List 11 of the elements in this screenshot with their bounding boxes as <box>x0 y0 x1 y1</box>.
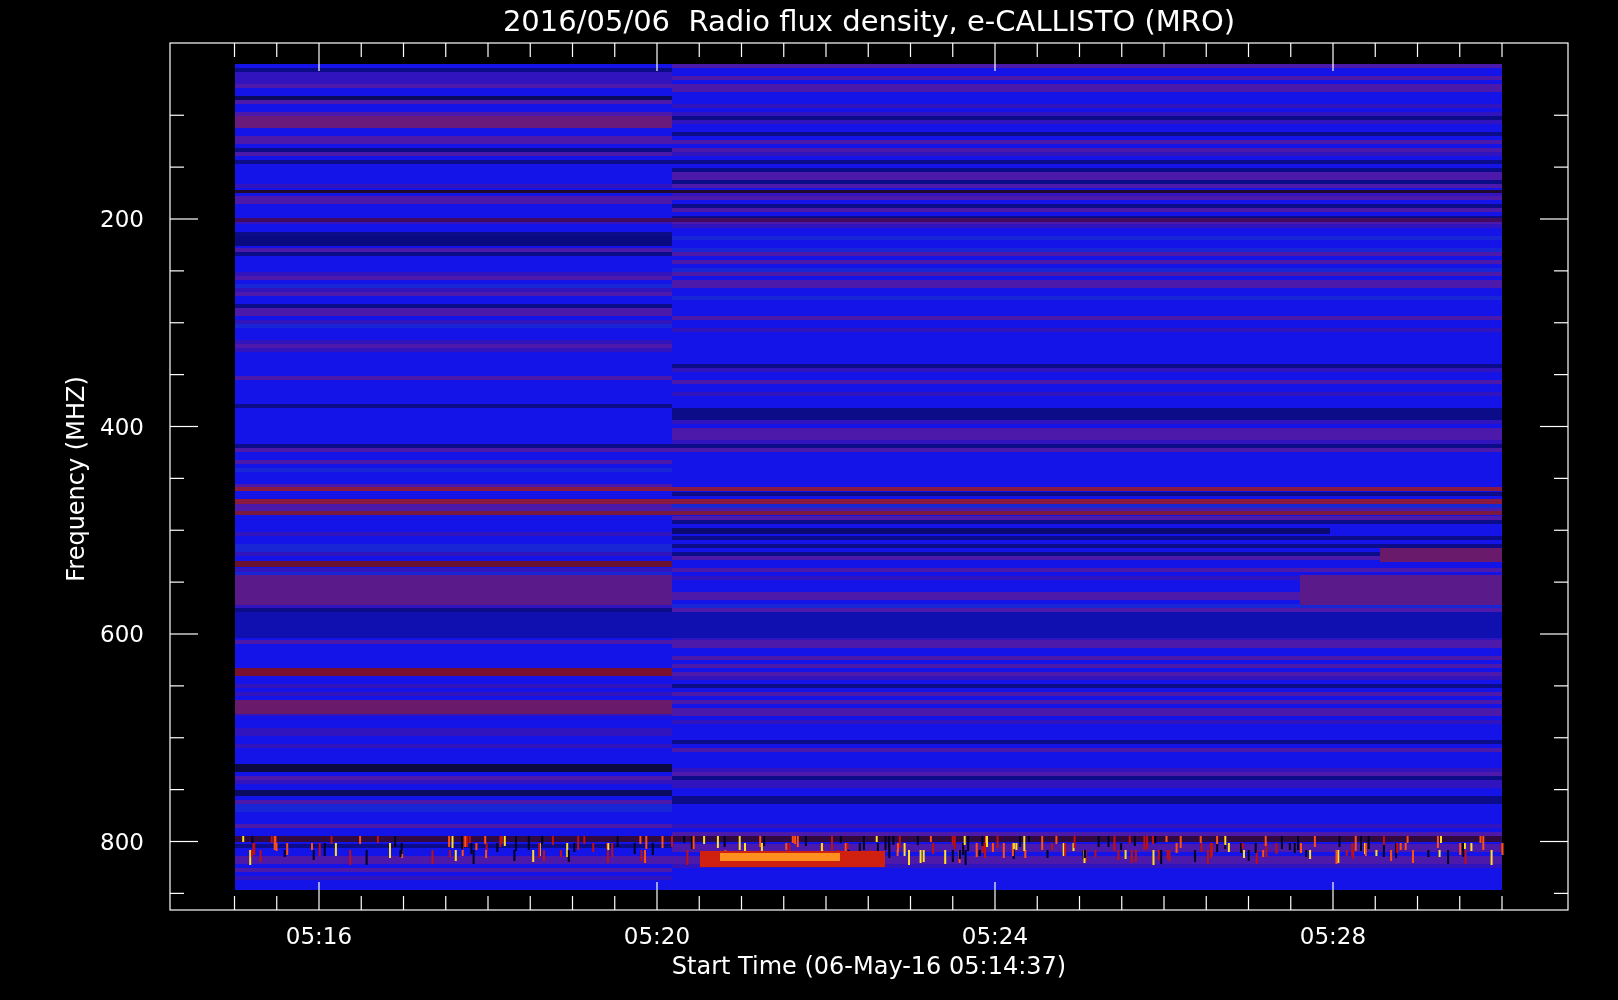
axis-tick-label: 400 <box>100 413 144 440</box>
axis-tick-label: 05:16 <box>285 923 353 949</box>
axis-tick-label: 200 <box>100 206 144 232</box>
axis-tick-label: 05:24 <box>961 923 1029 949</box>
axis-tick-label: 600 <box>100 621 144 647</box>
axis-tick-label: 05:28 <box>1299 923 1367 949</box>
axis-title: Start Time (06-May-16 05:14:37) <box>671 952 1067 980</box>
axis-title: Frequency (MHZ) <box>62 376 90 582</box>
chart-title: 2016/05/06 Radio flux density, e-CALLISTO (MRO) <box>502 4 1236 38</box>
axis-tick-label: 800 <box>100 828 144 855</box>
axis-tick-label: 05:20 <box>623 923 691 949</box>
